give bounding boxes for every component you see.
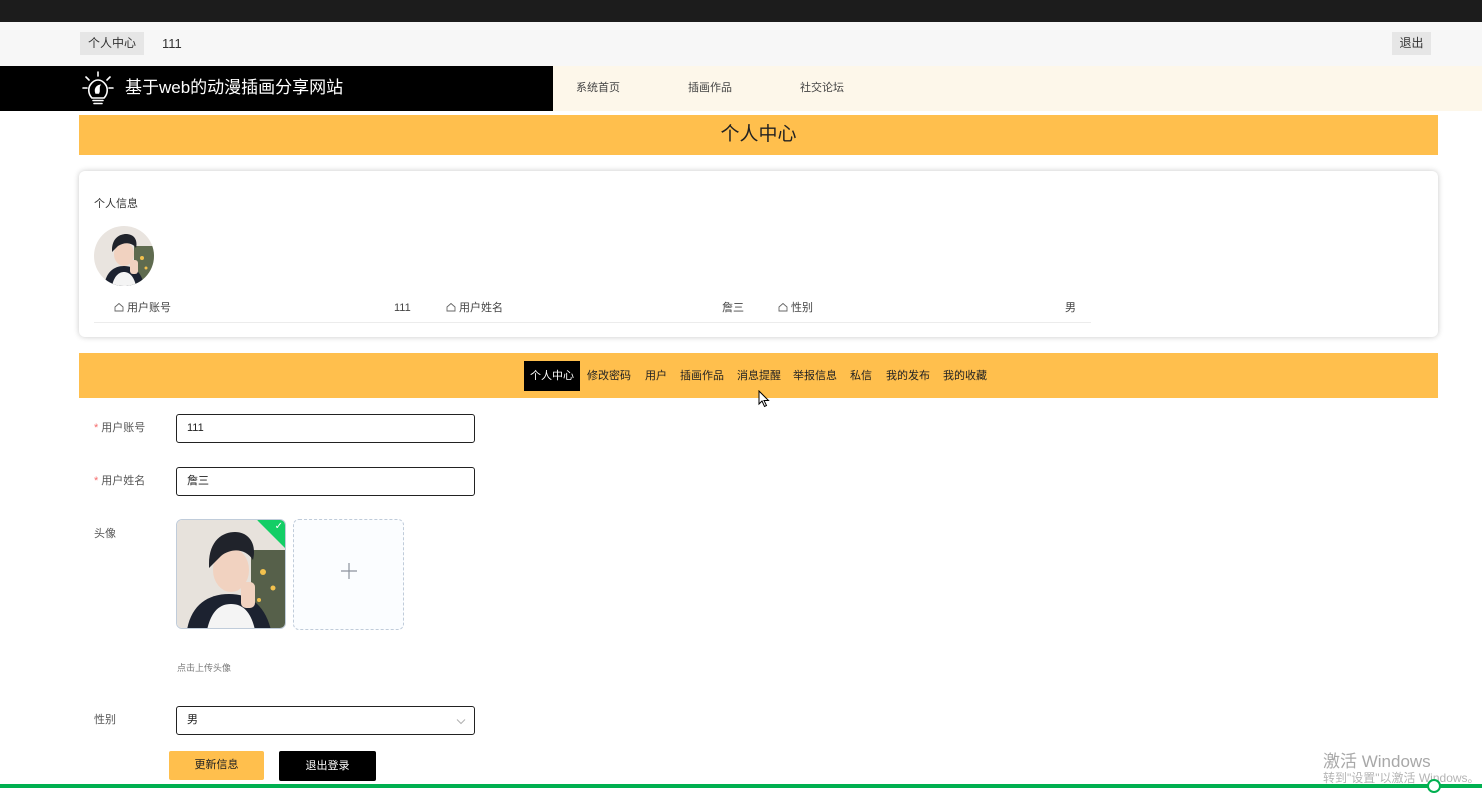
gender-select-value: 男 (187, 714, 198, 726)
main-nav: 系统首页 插画作品 社交论坛 (553, 66, 1482, 111)
update-info-button[interactable]: 更新信息 (169, 751, 264, 780)
account-field-label-text: 用户账号 (101, 422, 146, 434)
home-outline-icon (446, 302, 456, 312)
gender-select[interactable]: 男 (176, 706, 475, 735)
tab-notifications[interactable]: 消息提醒 (734, 361, 784, 391)
nav-item-artworks[interactable]: 插画作品 (688, 81, 732, 95)
tab-reports[interactable]: 举报信息 (790, 361, 840, 391)
top-username: 111 (162, 36, 182, 51)
account-input[interactable]: 111 (176, 414, 475, 443)
video-progress-bar[interactable] (0, 784, 1482, 788)
top-logout-button[interactable]: 退出 (1392, 32, 1431, 55)
plus-icon (341, 563, 357, 579)
avatar (94, 226, 154, 286)
profile-info-card: 个人信息 用户账号 111 用户姓名 詹三 性别 男 (79, 171, 1438, 337)
tab-personal-center[interactable]: 个人中心 (524, 361, 580, 391)
brand-header: 基于web的动漫插画分享网站 (0, 66, 553, 111)
nav-item-forum[interactable]: 社交论坛 (800, 81, 844, 95)
profile-card-title: 个人信息 (94, 198, 138, 210)
account-field-label: * 用户账号 (94, 422, 146, 434)
info-label-account-text: 用户账号 (127, 302, 171, 314)
check-icon: ✓ (274, 521, 283, 532)
tab-my-posts[interactable]: 我的发布 (883, 361, 933, 391)
lightbulb-icon (82, 71, 114, 107)
home-outline-icon (778, 302, 788, 312)
info-label-gender: 性别 (778, 301, 813, 315)
video-progress-handle[interactable] (1427, 779, 1441, 793)
info-value-name: 詹三 (722, 302, 744, 314)
uploaded-avatar-thumbnail[interactable]: ✓ (176, 519, 286, 629)
home-outline-icon (114, 302, 124, 312)
nav-item-home[interactable]: 系统首页 (576, 81, 620, 95)
browser-title-bar (0, 0, 1482, 22)
gender-field-label: 性别 (94, 714, 116, 726)
name-input[interactable]: 詹三 (176, 467, 475, 496)
top-bar: 个人中心 111 退出 (0, 22, 1482, 66)
profile-info-row: 用户账号 111 用户姓名 詹三 性别 男 (94, 296, 1091, 323)
top-personal-center-link[interactable]: 个人中心 (80, 32, 145, 55)
logout-button[interactable]: 退出登录 (279, 751, 376, 781)
tab-change-password[interactable]: 修改密码 (584, 361, 634, 391)
tab-private-messages[interactable]: 私信 (846, 361, 876, 391)
info-label-name-text: 用户姓名 (459, 302, 503, 314)
upload-tip: 点击上传头像 (177, 663, 232, 673)
tab-artworks[interactable]: 插画作品 (677, 361, 727, 391)
info-label-account: 用户账号 (114, 301, 171, 315)
tab-my-favorites[interactable]: 我的收藏 (940, 361, 990, 391)
info-value-account: 111 (394, 302, 411, 314)
mouse-pointer-icon (758, 390, 770, 408)
avatar-field-label: 头像 (94, 528, 116, 540)
site-title: 基于web的动漫插画分享网站 (125, 78, 344, 97)
chevron-down-icon (456, 719, 466, 725)
name-field-label-text: 用户姓名 (101, 475, 146, 487)
info-label-name: 用户姓名 (446, 301, 503, 315)
info-label-gender-text: 性别 (791, 302, 813, 314)
upload-avatar-button[interactable] (293, 519, 404, 630)
name-field-label: * 用户姓名 (94, 475, 146, 487)
info-value-gender: 男 (1065, 302, 1076, 314)
tab-users[interactable]: 用户 (641, 361, 671, 391)
page-title: 个人中心 (79, 115, 1438, 155)
